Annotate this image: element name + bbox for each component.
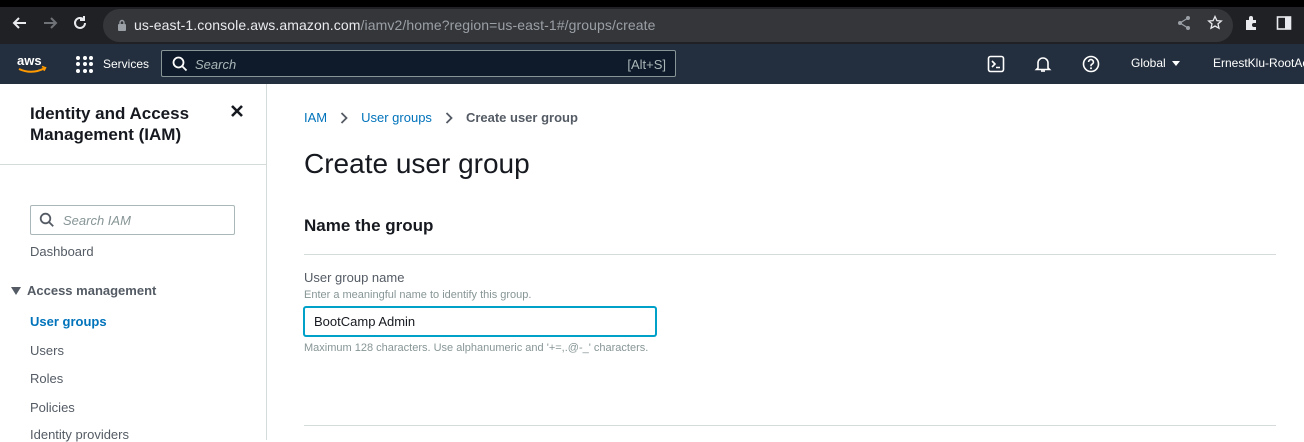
back-arrow-icon[interactable] — [11, 14, 29, 32]
url-path: /iamv2/home?region=us-east-1#/groups/cre… — [360, 17, 656, 33]
chevron-right-icon — [445, 111, 453, 124]
caret-down-icon — [1171, 60, 1180, 66]
user-group-name-input[interactable] — [304, 307, 656, 336]
bookmark-star-icon[interactable] — [1207, 15, 1223, 31]
sidebar-item-user-groups[interactable]: User groups — [30, 314, 107, 329]
section-divider — [304, 254, 1276, 255]
chevron-right-icon — [340, 111, 348, 124]
window-top-edge — [0, 0, 1304, 7]
help-question-icon[interactable] — [1082, 55, 1100, 73]
cloudshell-terminal-icon[interactable] — [987, 55, 1005, 73]
aws-logo-icon[interactable]: aws — [16, 53, 48, 75]
services-label: Services — [103, 57, 150, 71]
url-text[interactable]: us-east-1.console.aws.amazon.com/iamv2/h… — [134, 17, 656, 33]
search-icon — [39, 212, 54, 227]
sidebar-section-access-management[interactable]: Access management — [11, 283, 156, 298]
search-icon — [172, 56, 188, 72]
url-host: us-east-1.console.aws.amazon.com — [134, 17, 361, 33]
user-group-name-label: User group name — [304, 270, 405, 285]
region-selector[interactable]: Global — [1131, 56, 1180, 70]
sidebar-item-roles[interactable]: Roles — [30, 371, 63, 386]
breadcrumb-link-iam[interactable]: IAM — [304, 110, 327, 125]
user-group-name-description: Enter a meaningful name to identify this… — [304, 289, 532, 301]
region-label: Global — [1131, 56, 1166, 70]
breadcrumb-current: Create user group — [465, 110, 578, 125]
lock-icon — [118, 19, 126, 31]
sidebar-title: Identity and Access Management (IAM) — [30, 104, 190, 144]
sidebar-divider — [0, 164, 266, 165]
page-title: Create user group — [304, 148, 530, 179]
aws-top-navigation: aws Services Search [Alt+S] Global Ernes… — [0, 44, 1304, 84]
sidebar-search-placeholder: Search IAM — [63, 213, 131, 228]
forward-arrow-icon[interactable] — [41, 14, 59, 32]
search-shortcut-hint: [Alt+S] — [627, 57, 666, 72]
sidebar: Identity and Access Management (IAM) Sea… — [0, 84, 267, 442]
services-grid-icon — [76, 55, 93, 73]
svg-text:aws: aws — [17, 53, 42, 68]
sidebar-search-input[interactable]: Search IAM — [30, 205, 235, 235]
extensions-puzzle-icon[interactable] — [1244, 15, 1260, 31]
breadcrumb: IAM User groups Create user group — [304, 110, 578, 125]
section-bottom-divider — [304, 425, 1276, 426]
section-title: Name the group — [304, 216, 434, 235]
share-icon[interactable] — [1176, 15, 1192, 31]
address-bar[interactable]: us-east-1.console.aws.amazon.com/iamv2/h… — [103, 9, 1233, 42]
sidebar-item-dashboard[interactable]: Dashboard — [30, 244, 94, 259]
side-panel-icon[interactable] — [1276, 15, 1292, 31]
breadcrumb-link-user-groups[interactable]: User groups — [361, 110, 432, 125]
close-icon[interactable] — [230, 104, 244, 118]
sidebar-item-policies[interactable]: Policies — [30, 400, 75, 415]
account-menu[interactable]: ErnestKlu-RootAc — [1213, 56, 1304, 70]
user-group-name-constraint: Maximum 128 characters. Use alphanumeric… — [304, 342, 649, 354]
services-menu-button[interactable]: Services — [76, 54, 149, 74]
browser-toolbar: us-east-1.console.aws.amazon.com/iamv2/h… — [0, 0, 1304, 44]
reload-icon[interactable] — [71, 14, 89, 32]
notifications-bell-icon[interactable] — [1034, 55, 1052, 73]
caret-down-icon — [11, 286, 21, 295]
global-search-placeholder: Search — [195, 57, 237, 72]
global-search-input[interactable]: Search [Alt+S] — [161, 50, 676, 77]
sidebar-item-users[interactable]: Users — [30, 343, 64, 358]
sidebar-section-label: Access management — [27, 283, 157, 298]
